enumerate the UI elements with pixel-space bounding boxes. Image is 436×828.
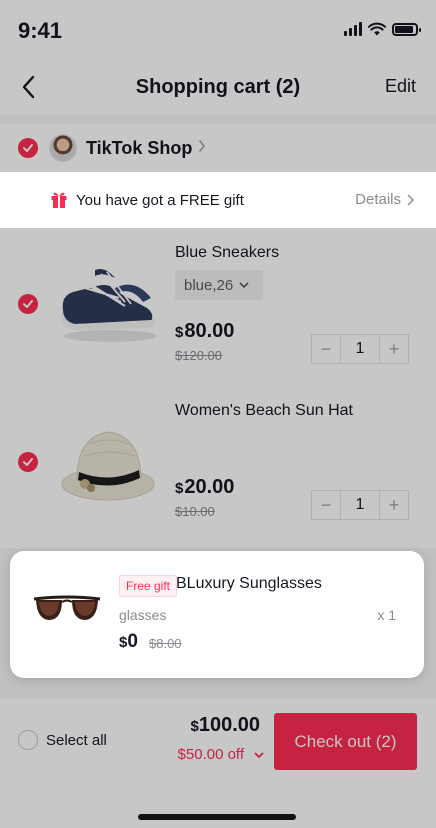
free-gift-banner: You have got a FREE gift Details <box>0 172 436 228</box>
gift-price: $0 <box>119 631 138 652</box>
phone-screen: 9:41 Shopping cart (2) Edit TikTok Shop <box>0 0 436 828</box>
free-gift-card[interactable]: Free gift BLuxury Sunglasses glasses x 1… <box>10 551 424 678</box>
gift-product-name: BLuxury Sunglasses <box>176 575 322 592</box>
free-gift-badge: Free gift <box>119 575 178 597</box>
chevron-right-icon <box>407 193 414 206</box>
free-gift-message: You have got a FREE gift <box>76 191 244 209</box>
gift-original-price: $8.00 <box>149 636 182 651</box>
home-indicator[interactable] <box>138 814 296 820</box>
sunglasses-image <box>33 595 101 620</box>
details-label: Details <box>355 191 401 208</box>
gift-quantity: x 1 <box>377 607 396 623</box>
gift-icon <box>51 192 67 208</box>
details-link[interactable]: Details <box>355 191 414 208</box>
dim-overlay[interactable] <box>0 0 436 828</box>
gift-variant: glasses <box>119 607 167 623</box>
